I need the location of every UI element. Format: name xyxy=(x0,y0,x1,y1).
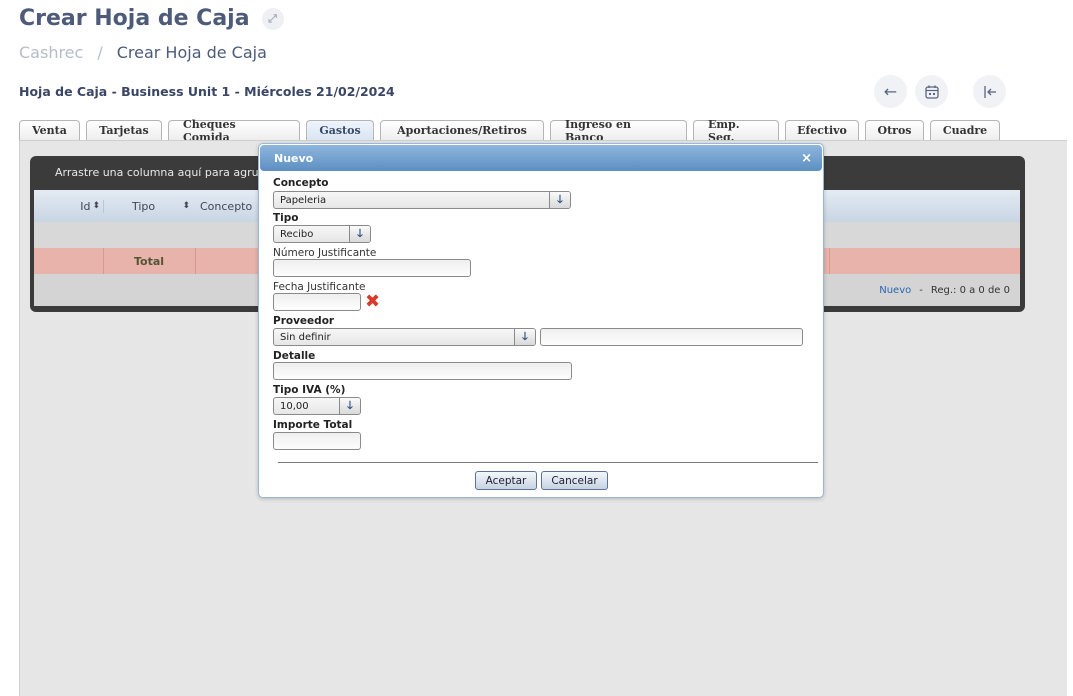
tipo-iva-label: Tipo IVA (%) xyxy=(273,384,346,396)
importe-total-input[interactable] xyxy=(273,432,361,450)
breadcrumb-separator: / xyxy=(97,43,103,62)
cancel-button[interactable]: Cancelar xyxy=(541,471,608,490)
sort-icon: ⬍ xyxy=(92,201,100,211)
sheet-subtitle: Hoja de Caja - Business Unit 1 - Miércol… xyxy=(19,84,395,99)
accept-button[interactable]: Aceptar xyxy=(475,471,537,490)
close-icon[interactable]: × xyxy=(801,151,812,166)
dialog-titlebar: Nuevo × xyxy=(260,145,822,171)
sort-icon: ⬍ xyxy=(182,201,190,211)
tab-tarjetas[interactable]: Tarjetas xyxy=(86,120,162,140)
fecha-justificante-input[interactable] xyxy=(273,293,361,311)
new-record-link[interactable]: Nuevo xyxy=(879,285,911,296)
tab-cuadre[interactable]: Cuadre xyxy=(930,120,1000,140)
chevron-down-icon: 🡓 xyxy=(549,192,570,208)
column-header-tipo[interactable]: Tipo ⬍ xyxy=(104,200,194,213)
chevron-down-icon: 🡓 xyxy=(514,329,535,345)
breadcrumb-current: Crear Hoja de Caja xyxy=(116,43,267,62)
column-header-concepto[interactable]: Concepto xyxy=(194,200,252,213)
fecha-justificante-label: Fecha Justificante xyxy=(273,281,366,293)
proveedor-label: Proveedor xyxy=(273,315,335,327)
tipo-select[interactable]: Recibo 🡓 xyxy=(273,225,371,243)
concepto-select[interactable]: Papeleria 🡓 xyxy=(273,191,571,209)
detalle-input[interactable] xyxy=(273,362,572,380)
expand-icon[interactable]: ⤢ xyxy=(261,7,284,30)
logout-icon xyxy=(983,85,996,98)
tipo-label: Tipo xyxy=(273,212,299,224)
proveedor-extra-input[interactable] xyxy=(540,328,803,346)
arrow-left-icon: ← xyxy=(883,82,898,101)
new-expense-dialog: Nuevo × Concepto Papeleria 🡓 Tipo Recibo… xyxy=(258,143,824,498)
tab-ingreso-en-banco[interactable]: Ingreso en Banco xyxy=(550,118,687,144)
dialog-title: Nuevo xyxy=(274,151,314,165)
tab-bar: Venta Tarjetas Cheques Comida Gastos Apo… xyxy=(19,118,1006,144)
total-label: Total xyxy=(134,254,165,268)
detalle-label: Detalle xyxy=(273,350,316,362)
group-drop-zone[interactable]: Arrastre una columna aquí para agrupar xyxy=(55,166,277,179)
footer-separator: - xyxy=(919,284,923,296)
tipo-iva-select[interactable]: 10,00 🡓 xyxy=(273,397,361,415)
page-title-text: Crear Hoja de Caja xyxy=(19,6,250,31)
importe-total-label: Importe Total xyxy=(273,419,353,431)
proveedor-select[interactable]: Sin definir 🡓 xyxy=(273,328,536,346)
breadcrumb-root[interactable]: Cashrec xyxy=(19,43,83,62)
numero-justificante-label: Número Justificante xyxy=(273,247,377,259)
dialog-separator xyxy=(278,462,818,463)
tab-emp-seg[interactable]: Emp. Seg. xyxy=(693,118,779,144)
tab-venta[interactable]: Venta xyxy=(19,120,80,140)
page-title: Crear Hoja de Caja ⤢ xyxy=(19,6,284,31)
calendar-icon xyxy=(924,85,939,99)
tab-aportaciones-retiros[interactable]: Aportaciones/Retiros xyxy=(380,120,544,140)
chevron-down-icon: 🡓 xyxy=(349,226,370,242)
tab-otros[interactable]: Otros xyxy=(865,120,924,140)
record-count: Reg.: 0 a 0 de 0 xyxy=(930,284,1010,296)
column-header-id[interactable]: Id ⬍ xyxy=(34,199,104,213)
tab-efectivo[interactable]: Efectivo xyxy=(785,120,859,140)
breadcrumb: Cashrec / Crear Hoja de Caja xyxy=(19,43,267,62)
tab-gastos[interactable]: Gastos xyxy=(306,120,374,140)
calendar-button[interactable] xyxy=(915,75,948,108)
back-button[interactable]: ← xyxy=(874,75,907,108)
numero-justificante-input[interactable] xyxy=(273,259,471,277)
clear-date-icon[interactable]: ✖ xyxy=(365,293,380,311)
exit-button[interactable] xyxy=(973,75,1006,108)
concepto-label: Concepto xyxy=(273,177,329,189)
chevron-down-icon: 🡓 xyxy=(339,398,360,414)
tab-cheques-comida[interactable]: Cheques Comida xyxy=(168,118,300,144)
